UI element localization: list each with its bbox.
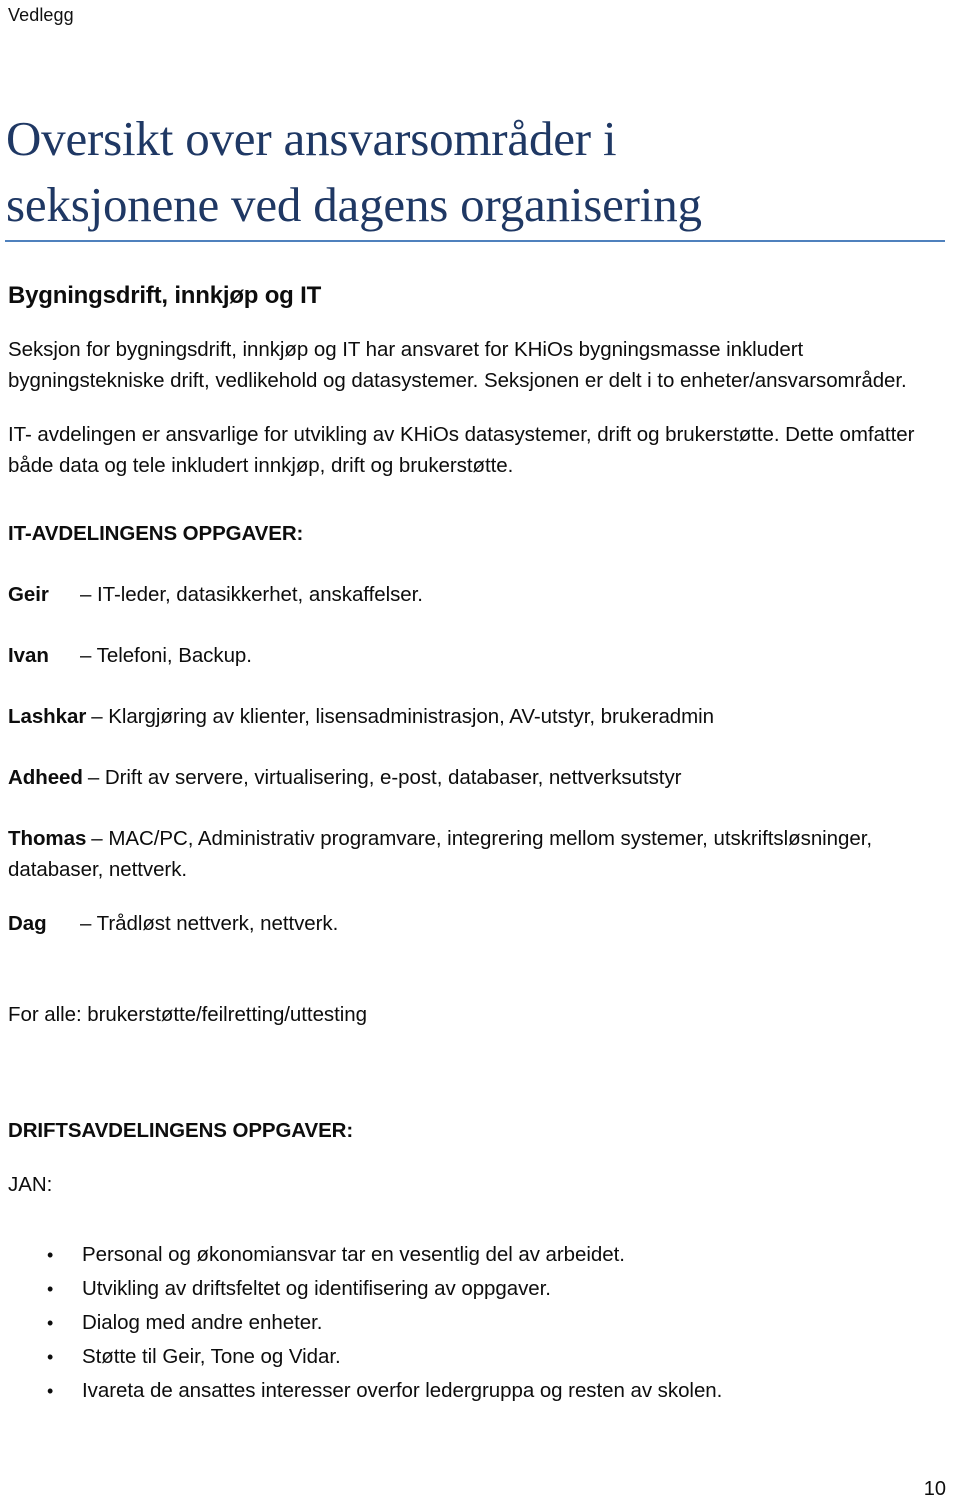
list-item-text: Ivareta de ansattes interesser overfor l… [82, 1379, 723, 1402]
person-description: MAC/PC, Administrativ programvare, integ… [8, 827, 873, 881]
list-item-text: Personal og økonomiansvar tar en vesentl… [82, 1243, 625, 1266]
bullet-icon: • [47, 1347, 54, 1367]
drift-tasks-bullet-list: • Personal og økonomiansvar tar en vesen… [8, 1238, 948, 1408]
person-name: Lashkar [8, 705, 87, 728]
bullet-icon: • [47, 1279, 54, 1299]
person-name: Ivan [8, 644, 49, 667]
list-item: • Støtte til Geir, Tone og Vidar. [8, 1340, 948, 1374]
person-row: Thomas – MAC/PC, Administrativ programvar… [8, 823, 948, 885]
document-title-line-2: seksjonene ved dagens organisering [6, 177, 702, 232]
person-row: Geir – IT-leder, datasikkerhet, anskaffel… [8, 579, 948, 610]
list-item: • Dialog med andre enheter. [8, 1306, 948, 1340]
section-paragraph-1: Seksjon for bygningsdrift, innkjøp og IT… [8, 338, 907, 392]
person-name: Adheed [8, 766, 83, 789]
person-description: Trådløst nettverk, nettverk. [96, 912, 339, 935]
person-name: Geir [8, 583, 49, 606]
bullet-icon: • [47, 1313, 54, 1333]
list-item: • Personal og økonomiansvar tar en vesen… [8, 1238, 948, 1272]
list-item-text: Dialog med andre enheter. [82, 1311, 323, 1334]
list-item: • Utvikling av driftsfeltet og identifis… [8, 1272, 948, 1306]
list-item-text: Støtte til Geir, Tone og Vidar. [82, 1345, 341, 1368]
person-description: Telefoni, Backup. [96, 644, 252, 667]
person-description: Drift av servere, virtualisering, e-post… [104, 766, 682, 789]
running-header: Vedlegg [8, 5, 74, 25]
drift-person-label: JAN: [8, 1173, 53, 1196]
heading-it-avdelingens-oppgaver: IT-AVDELINGENS OPPGAVER: [8, 522, 304, 545]
document-title: Oversikt over ansvarsområder i seksjonen… [6, 106, 906, 238]
bullet-icon: • [47, 1381, 54, 1401]
person-dash: – [80, 644, 92, 667]
heading-driftsavdelingens-oppgaver: DRIFTSAVDELINGENS OPPGAVER: [8, 1119, 354, 1142]
document-title-line-1: Oversikt over ansvarsområder i [6, 111, 617, 166]
person-row: Adheed – Drift av servere, virtualisering… [8, 762, 948, 793]
person-dash: – [91, 827, 103, 850]
bullet-icon: • [47, 1245, 54, 1265]
person-name: Dag [8, 912, 47, 935]
person-row: Lashkar – Klargjøring av klienter, lisens… [8, 701, 948, 732]
person-name: Thomas [8, 827, 87, 850]
person-dash: – [87, 766, 100, 789]
person-description: IT-leder, datasikkerhet, anskaffelser. [97, 583, 423, 606]
person-row: Ivan – Telefoni, Backup. [8, 640, 948, 671]
list-item-text: Utvikling av driftsfeltet og identifiser… [82, 1277, 551, 1300]
title-divider-rule [5, 240, 945, 242]
person-dash: – [80, 912, 92, 935]
list-item: • Ivareta de ansattes interesser overfor… [8, 1374, 948, 1408]
document-page: Vedlegg Oversikt over ansvarsområder i s… [0, 0, 960, 1507]
page-number: 10 [923, 1478, 946, 1500]
person-dash: – [91, 705, 103, 728]
section-heading-bygningsdrift: Bygningsdrift, innkjøp og IT [8, 282, 322, 309]
person-row: Dag – Trådløst nettverk, nettverk. [8, 908, 948, 939]
it-tasks-footer-note: For alle: brukerstøtte/feilretting/uttes… [8, 1003, 367, 1026]
document-content: Bygningsdrift, innkjøp og IT Seksjon for… [8, 281, 948, 1408]
person-description: Klargjøring av klienter, lisensadministr… [108, 705, 715, 728]
section-paragraph-2: IT- avdelingen er ansvarlige for utvikli… [8, 423, 915, 477]
person-dash: – [80, 583, 92, 606]
